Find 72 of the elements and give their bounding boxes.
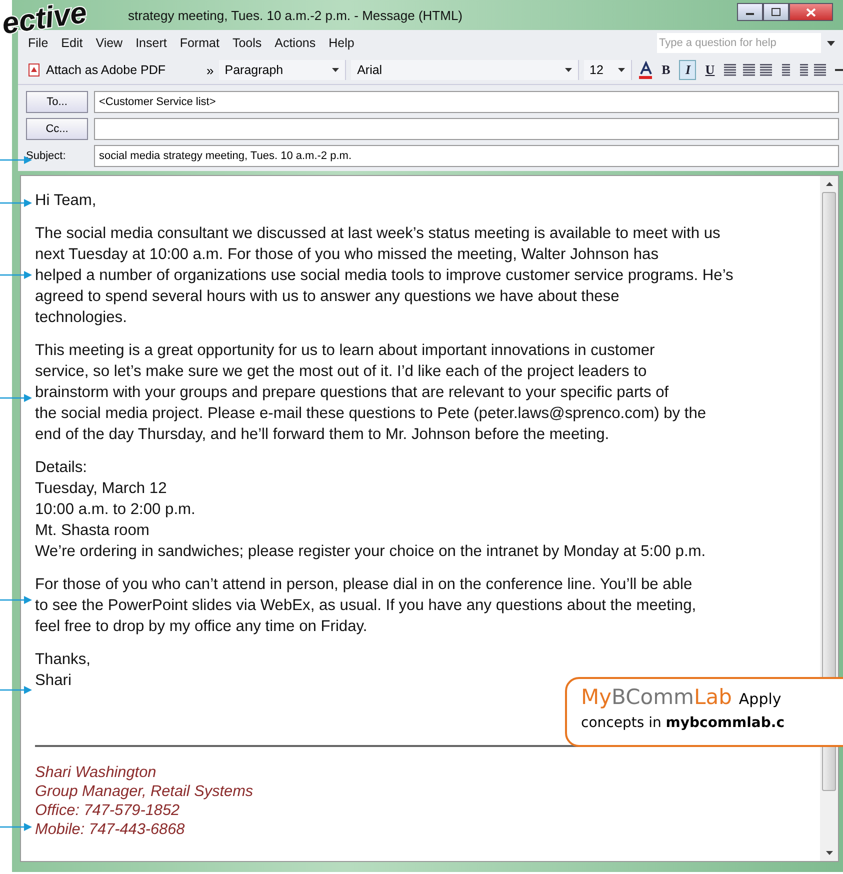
- menu-item[interactable]: View: [96, 36, 123, 50]
- body-text-line: service, so let’s make sure we get the most out of it. I’d like each of the project leaders to: [35, 362, 648, 382]
- address-button[interactable]: Cc...: [26, 118, 88, 140]
- body-text-line: helped a number of organizations use social media tools to improve customer service programs. He’s: [35, 266, 734, 286]
- caret-icon: [618, 68, 626, 72]
- signature-line: Office: 747-579-1852: [35, 801, 181, 820]
- menu-item[interactable]: Tools: [232, 36, 262, 50]
- font-dropdown[interactable]: Arial: [351, 60, 579, 80]
- font-color-icon[interactable]: [637, 61, 652, 79]
- menu-item[interactable]: File: [28, 36, 48, 50]
- callout-text: Apply: [738, 690, 782, 708]
- leader-line: [0, 685, 32, 695]
- body-text-line: Details:: [35, 458, 88, 478]
- window-title: strategy meeting, Tues. 10 a.m.-2 p.m. - Message (HTML): [128, 8, 463, 22]
- scroll-down-icon[interactable]: [826, 851, 832, 855]
- body-text-line: Shari: [35, 671, 72, 691]
- size-dropdown[interactable]: 12: [584, 60, 632, 80]
- body-text-line: to see the PowerPoint slides via WebEx, as usual. If you have any questions about the meeting,: [35, 596, 698, 616]
- scrollbar[interactable]: [820, 176, 838, 861]
- input-field[interactable]: [94, 118, 839, 140]
- body-text-line: Hi Team,: [35, 191, 98, 211]
- close-icon: [806, 8, 816, 16]
- leader-line: [0, 822, 32, 832]
- body-text-line: For those of you who can’t attend in person, please dial in on the conference line. You’ll be able: [35, 575, 694, 595]
- menu-item[interactable]: Edit: [61, 36, 83, 50]
- menu-item[interactable]: Insert: [136, 36, 167, 50]
- menu-item[interactable]: Actions: [274, 36, 316, 50]
- callout-text: concepts in mybcommlab.c: [581, 715, 786, 731]
- field-label: Subject:: [26, 150, 67, 162]
- address-button[interactable]: To...: [26, 91, 88, 113]
- style-dropdown[interactable]: Paragraph: [218, 60, 346, 80]
- body-text-line: Tuesday, March 12: [35, 479, 168, 499]
- attach-pdf-button[interactable]: Attach as Adobe PDF: [26, 63, 168, 77]
- format-button[interactable]: I: [679, 60, 696, 80]
- format-button[interactable]: B: [657, 60, 674, 80]
- minimize-button[interactable]: [737, 3, 763, 21]
- input-field[interactable]: social media strategy meeting, Tues. 10 a.m.-2 p.m.: [94, 145, 839, 167]
- body-text-line: brainstorm with your groups and prepare questions that are relevant to your specific parts of: [35, 383, 670, 403]
- body-text-line: technologies.: [35, 308, 128, 328]
- body-text-line: Mt. Shasta room: [35, 521, 150, 541]
- leader-line: [0, 595, 32, 605]
- dropdown-arrow-icon: [827, 40, 835, 46]
- leader-line: [0, 198, 32, 208]
- caret-icon: [332, 68, 340, 72]
- body-text-line: 10:00 a.m. to 2:00 p.m.: [35, 500, 196, 520]
- overflow-button[interactable]: »: [206, 62, 214, 78]
- caret-icon: [564, 68, 572, 72]
- leader-line: [0, 393, 32, 403]
- body-text-line: This meeting is a great opportunity for us to learn about important innovations in customer: [35, 341, 656, 361]
- input-field[interactable]: <Customer Service list>: [94, 91, 839, 113]
- menu-item[interactable]: Format: [180, 36, 220, 50]
- close-button[interactable]: [789, 3, 833, 21]
- body-text-line: We’re ordering in sandwiches; please register your choice on the intranet by Monday at 5:00 p.m.: [35, 542, 707, 562]
- body-text-line: agreed to spend several hours with us to answer any questions we have about these: [35, 287, 620, 307]
- menu-item[interactable]: Help: [328, 36, 354, 50]
- body-text-line: next Tuesday at 10:00 a.m. For those of you who missed the meeting, Walter Johnson has: [35, 245, 660, 265]
- signature-line: Shari Washington: [35, 763, 158, 782]
- pdf-icon: [28, 63, 40, 77]
- format-button[interactable]: U: [701, 60, 718, 80]
- body-text-line: Thanks,: [35, 650, 92, 670]
- brand-logo: MyBCommLab: [581, 685, 732, 709]
- body-text-line: end of the day Thursday, and he’ll forward them to Mr. Johnson before the meeting.: [35, 425, 610, 445]
- scroll-up-icon[interactable]: [826, 182, 832, 186]
- maximize-icon: [771, 8, 781, 16]
- body-text-line: The social media consultant we discussed at last week’s status meeting is available to meet with us: [35, 224, 722, 244]
- signature-line: Group Manager, Retail Systems: [35, 782, 254, 801]
- signature-line: Mobile: 747-443-6868: [35, 820, 186, 839]
- maximize-button[interactable]: [763, 3, 789, 21]
- body-text-line: the social media project. Please e-mail these questions to Pete (peter.laws@sprenco.com) by the: [35, 404, 708, 424]
- help-search-field[interactable]: Type a question for help: [657, 33, 821, 53]
- leader-line: [0, 270, 32, 280]
- body-text-line: feel free to drop by my office any time on Friday.: [35, 617, 368, 637]
